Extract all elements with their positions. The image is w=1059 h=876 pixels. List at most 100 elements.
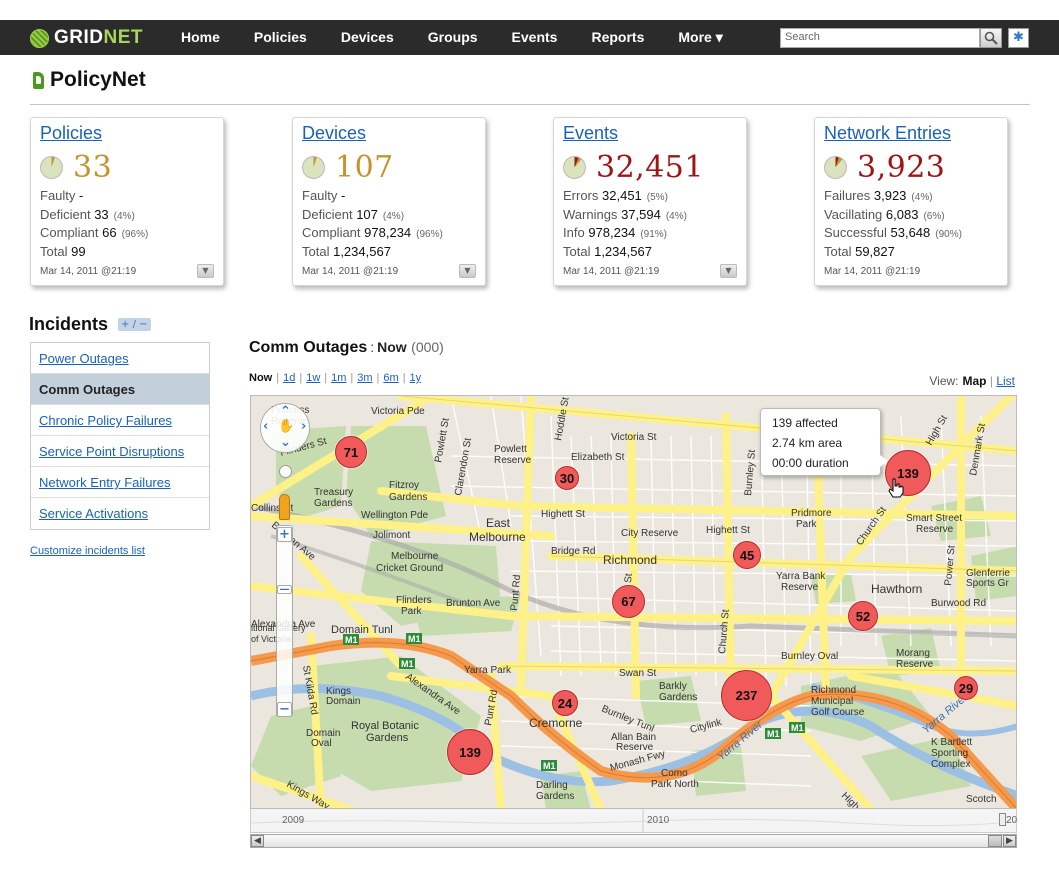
svg-text:Swan St: Swan St	[619, 668, 656, 679]
svg-text:Complex: Complex	[931, 759, 970, 770]
stat-row: Total 1,234,567	[563, 243, 652, 259]
nav-more-menu[interactable]: More ▾	[661, 20, 739, 55]
svg-text:Fitzroy: Fitzroy	[389, 480, 419, 491]
card-timestamp: Mar 14, 2011 @21:19	[563, 266, 660, 277]
svg-text:M1: M1	[791, 723, 804, 733]
timeline-scrollbar[interactable]: ◀ ▶	[250, 834, 1017, 848]
events-card-title[interactable]: Events	[563, 123, 737, 145]
svg-text:Domain Tunl: Domain Tunl	[331, 624, 393, 636]
scroll-left-icon[interactable]: ◀	[251, 835, 264, 847]
nav-home[interactable]: Home	[164, 20, 237, 55]
cluster-tooltip: 139 affected 2.74 km area 00:00 duration	[760, 408, 888, 476]
svg-text:Burnley Oval: Burnley Oval	[781, 651, 838, 662]
outage-map[interactable]: Victoria Pde Victoria St Elizabeth St Po…	[250, 395, 1017, 809]
brand-logo[interactable]: GRIDNET	[30, 27, 143, 49]
timeframe-1y[interactable]: 1y	[410, 372, 422, 384]
pan-up-icon[interactable]: ⌃	[280, 404, 291, 419]
scroll-right-icon[interactable]: ▶	[1003, 835, 1016, 847]
outage-cluster-marker[interactable]: 71	[335, 436, 367, 468]
svg-text:M1: M1	[345, 635, 358, 645]
chevron-down-icon[interactable]: ▼	[459, 264, 476, 278]
outage-cluster-marker[interactable]: 45	[733, 541, 761, 569]
view-list[interactable]: List	[996, 374, 1015, 388]
outage-cluster-marker[interactable]: 139	[447, 729, 493, 775]
timeframe-6m[interactable]: 6m	[383, 372, 398, 384]
stat-row: Faulty -	[40, 188, 84, 203]
expand-collapse-toggle[interactable]: + / −	[118, 318, 151, 331]
svg-text:Jolimont: Jolimont	[373, 530, 410, 541]
svg-text:Royal Botanic: Royal Botanic	[351, 720, 419, 732]
timeframe-3m[interactable]: 3m	[357, 372, 372, 384]
svg-text:Cremorne: Cremorne	[529, 716, 583, 730]
incident-item-service-activations[interactable]: Service Activations	[31, 498, 209, 529]
nav-events[interactable]: Events	[495, 20, 575, 55]
timeframe-now[interactable]: Now	[249, 372, 272, 384]
chevron-down-icon[interactable]: ▼	[197, 264, 214, 278]
customize-incidents-link[interactable]: Customize incidents list	[30, 545, 145, 557]
gridnet-logo-icon	[30, 28, 49, 48]
timeline-label-next: 20	[1006, 815, 1018, 826]
chevron-down-icon[interactable]: ▼	[720, 264, 737, 278]
zoom-slider-handle[interactable]: —	[277, 585, 292, 595]
outage-cluster-marker[interactable]: 29	[954, 676, 978, 700]
nav-reports[interactable]: Reports	[574, 20, 661, 55]
incident-item-network-entry-failures[interactable]: Network Entry Failures	[31, 467, 209, 498]
pie-chart-icon	[40, 155, 63, 179]
timeframe-1d[interactable]: 1d	[283, 372, 295, 384]
search-input[interactable]: Search	[780, 28, 980, 48]
pan-left-icon[interactable]: ‹	[263, 419, 268, 434]
incident-item-comm-outages[interactable]: Comm Outages	[31, 374, 209, 405]
incident-item-chronic-policy-failures[interactable]: Chronic Policy Failures	[31, 405, 209, 436]
svg-text:Hawthorn: Hawthorn	[871, 582, 922, 596]
svg-text:Highett St: Highett St	[706, 525, 750, 536]
zoom-slider[interactable]	[276, 525, 293, 717]
svg-text:Richmond: Richmond	[811, 685, 856, 696]
timeline-handle[interactable]	[999, 813, 1006, 826]
main-nav: Home Policies Devices Groups Events Repo…	[164, 20, 740, 55]
svg-text:Cricket Ground: Cricket Ground	[376, 563, 443, 574]
nav-groups[interactable]: Groups	[411, 20, 495, 55]
devices-card-title[interactable]: Devices	[302, 123, 476, 145]
stat-row: Successful 53,648 (90%)	[824, 225, 962, 240]
svg-text:Golf Course: Golf Course	[811, 707, 865, 718]
svg-text:Reserve: Reserve	[916, 524, 954, 535]
outage-cluster-marker[interactable]: 52	[848, 601, 878, 631]
top-nav-bar: GRIDNET Home Policies Devices Groups Eve…	[0, 20, 1059, 55]
timeline-graph	[251, 809, 1018, 833]
search-button[interactable]	[980, 28, 1002, 48]
stat-row: Vacillating 6,083 (6%)	[824, 206, 945, 222]
timeframe-1m[interactable]: 1m	[331, 372, 346, 384]
svg-text:Burwood Rd: Burwood Rd	[931, 598, 986, 609]
nav-policies[interactable]: Policies	[237, 20, 324, 55]
card-timestamp: Mar 14, 2011 @21:19	[40, 266, 137, 277]
incident-item-service-point-disruptions[interactable]: Service Point Disruptions	[31, 436, 209, 467]
svg-text:Park North: Park North	[651, 779, 699, 790]
svg-text:M1: M1	[543, 761, 556, 771]
pan-right-icon[interactable]: ›	[301, 419, 306, 434]
stat-row: Compliant 978,234 (96%)	[302, 225, 443, 240]
incidents-title: Incidents	[29, 314, 109, 334]
scrollbar-thumb[interactable]	[988, 835, 1002, 847]
brand-name: GRIDNET	[54, 27, 143, 48]
nav-devices[interactable]: Devices	[324, 20, 411, 55]
view-map[interactable]: Map	[963, 374, 987, 388]
svg-text:Como: Como	[661, 768, 688, 779]
pan-down-icon[interactable]: ⌄	[280, 435, 291, 450]
policies-card-title[interactable]: Policies	[40, 123, 214, 145]
zoom-in-button[interactable]: +	[277, 527, 292, 542]
zoom-out-button[interactable]: −	[277, 702, 292, 717]
incident-item-power-outages[interactable]: Power Outages	[31, 343, 209, 374]
timeframe-1w[interactable]: 1w	[306, 372, 320, 384]
outage-cluster-marker[interactable]: 67	[612, 585, 645, 618]
outage-cluster-marker[interactable]: 237	[721, 670, 772, 721]
map-pan-control[interactable]: ⌃ ⌄ ‹ › ✋	[260, 403, 310, 453]
outage-cluster-marker[interactable]: 24	[552, 690, 578, 716]
network-entries-card-title[interactable]: Network Entries	[824, 123, 998, 145]
compass-icon[interactable]	[279, 465, 292, 478]
street-view-pegman-icon[interactable]	[279, 494, 290, 520]
svg-text:Gardens: Gardens	[314, 498, 352, 509]
outage-cluster-marker[interactable]: 30	[555, 466, 579, 490]
settings-star-button[interactable]: ✱	[1008, 28, 1029, 48]
timeline-strip[interactable]: 2009 2010 20	[250, 809, 1018, 833]
pie-chart-icon	[302, 155, 325, 179]
